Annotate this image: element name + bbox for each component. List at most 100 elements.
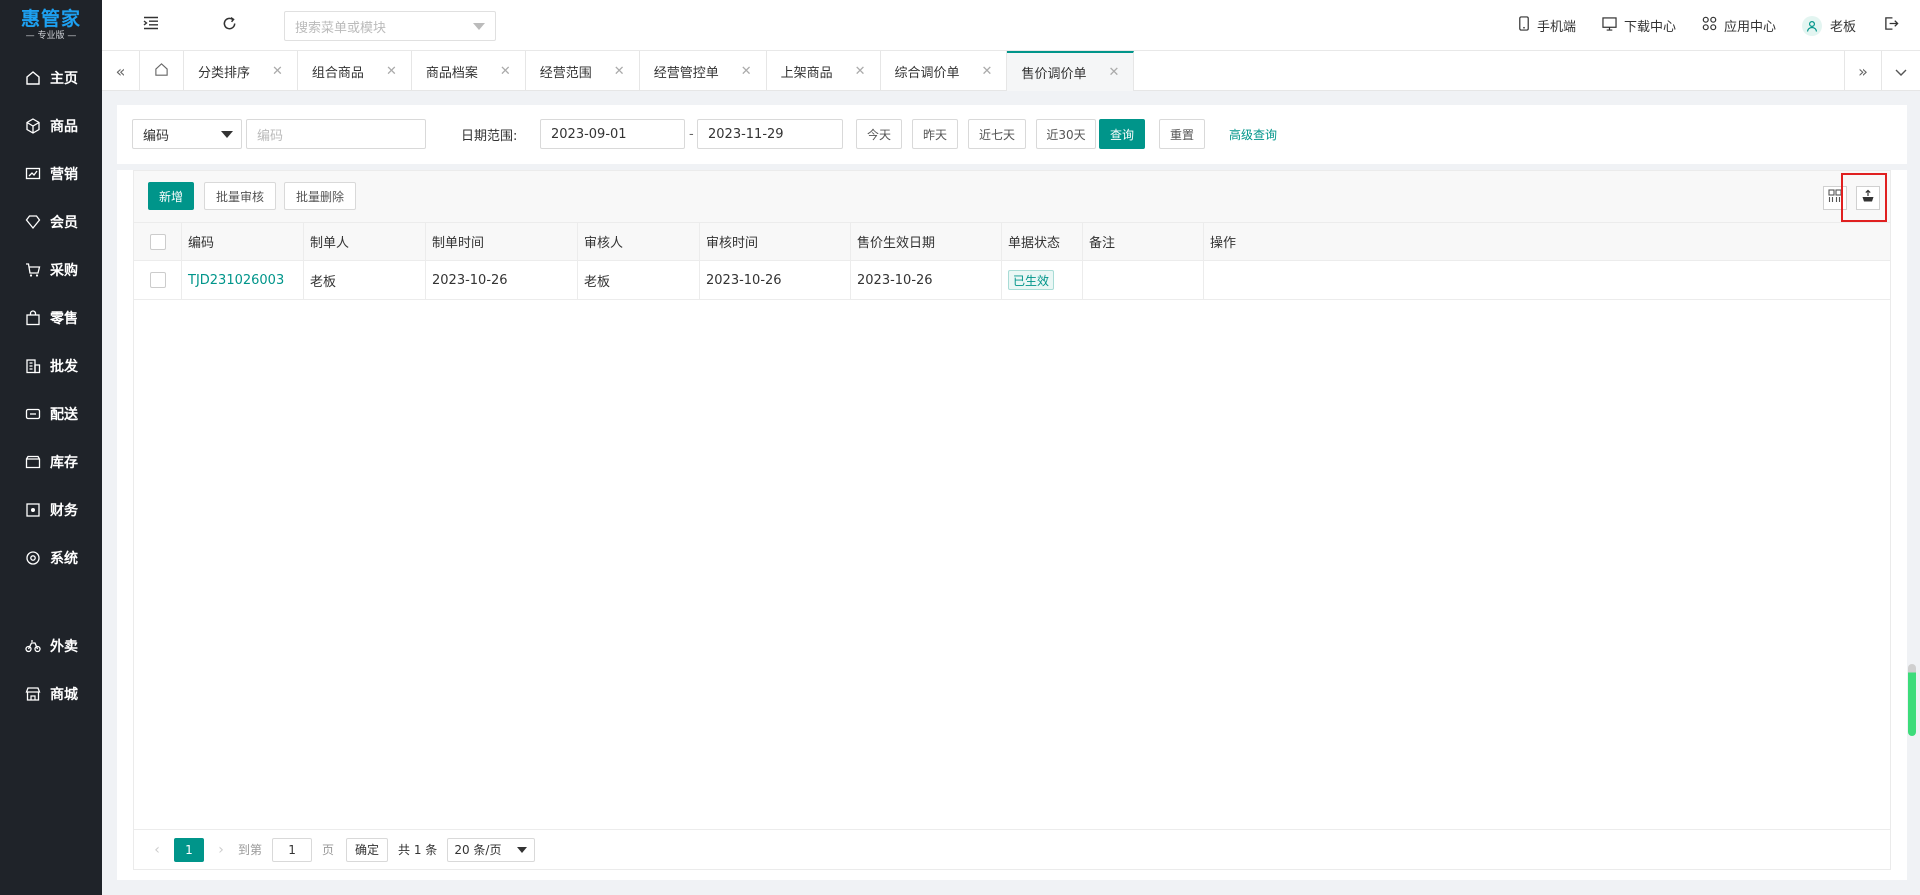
field-select[interactable]: 编码 (132, 119, 242, 149)
today-button[interactable]: 今天 (856, 119, 902, 149)
add-button[interactable]: 新增 (148, 182, 194, 210)
date-from-value: 2023-09-01 (551, 126, 627, 142)
column-header-reviewer[interactable]: 审核人 (578, 223, 700, 260)
box-icon (24, 453, 42, 471)
app-center-link[interactable]: 应用中心 (1702, 16, 1776, 35)
table-toolbar: 新增 批量审核 批量删除 (134, 171, 1890, 223)
floating-scroll-indicator[interactable] (1908, 664, 1916, 736)
close-icon[interactable]: ✕ (982, 64, 993, 79)
pagination: ‹ 1 › 到第 1 页 确定 共 1 条 20 条/页 (134, 829, 1890, 869)
code-input[interactable]: 编码 (246, 119, 426, 149)
last-7-days-button[interactable]: 近七天 (968, 119, 1026, 149)
date-to-input[interactable]: 2023-11-29 (697, 119, 843, 149)
tabs-menu-button[interactable] (1882, 51, 1920, 91)
logout-button[interactable] (1884, 16, 1906, 35)
cell-review-time: 2023-10-26 (700, 261, 851, 299)
diamond-icon (24, 213, 42, 231)
search-button[interactable]: 查询 (1099, 119, 1145, 149)
yesterday-button[interactable]: 昨天 (912, 119, 958, 149)
sidebar-item-system[interactable]: 系统 (0, 534, 102, 582)
column-header-created-time[interactable]: 制单时间 (426, 223, 578, 260)
sidebar-item-products[interactable]: 商品 (0, 102, 102, 150)
close-icon[interactable]: ✕ (1108, 65, 1119, 80)
building-icon (24, 357, 42, 375)
column-header-status[interactable]: 单据状态 (1002, 223, 1083, 260)
sidebar-item-mall[interactable]: 商城 (0, 670, 102, 718)
chart-icon (24, 165, 42, 183)
select-all-checkbox[interactable] (149, 233, 166, 250)
cell-effective-date: 2023-10-26 (851, 261, 1002, 299)
sidebar-item-marketing[interactable]: 营销 (0, 150, 102, 198)
page-number-button[interactable]: 1 (174, 837, 204, 862)
column-header-effective-date[interactable]: 售价生效日期 (851, 223, 1002, 260)
app-logo[interactable]: 惠管家 — 专业版 — (0, 0, 102, 50)
tab-label: 经营管控单 (653, 65, 719, 81)
sidebar-item-purchase[interactable]: 采购 (0, 246, 102, 294)
tab-home[interactable] (140, 51, 184, 91)
advanced-search-link[interactable]: 高级查询 (1229, 119, 1277, 149)
date-from-input[interactable]: 2023-09-01 (540, 119, 685, 149)
tab-label: 组合商品 (311, 65, 364, 81)
code-link[interactable]: TJD231026003 (188, 273, 284, 288)
prev-page-button[interactable]: ‹ (148, 842, 166, 858)
refresh-button[interactable] (218, 14, 240, 36)
close-icon[interactable]: ✕ (614, 64, 625, 79)
goto-confirm-button[interactable]: 确定 (346, 837, 389, 862)
download-center-link[interactable]: 下载中心 (1602, 16, 1676, 35)
page-size-select[interactable]: 20 条/页 (447, 837, 536, 862)
user-menu[interactable]: 老板 (1801, 15, 1856, 36)
sidebar-item-home[interactable]: 主页 (0, 54, 102, 102)
sidebar-item-members[interactable]: 会员 (0, 198, 102, 246)
tab-listed-products[interactable]: 上架商品 ✕ (767, 51, 881, 91)
tab-business-scope[interactable]: 经营范围 ✕ (526, 51, 640, 91)
close-icon[interactable]: ✕ (500, 64, 511, 79)
close-icon[interactable]: ✕ (272, 64, 283, 79)
column-header-code[interactable]: 编码 (182, 223, 304, 260)
goto-page-input[interactable]: 1 (272, 837, 313, 862)
tab-business-control[interactable]: 经营管控单 ✕ (640, 51, 767, 91)
next-page-button[interactable]: › (212, 842, 230, 858)
tab-product-archive[interactable]: 商品档案 ✕ (412, 51, 526, 91)
sidebar-item-label: 会员 (50, 215, 78, 231)
close-icon[interactable]: ✕ (855, 64, 866, 79)
last-30-days-button[interactable]: 近30天 (1036, 119, 1096, 149)
row-checkbox[interactable] (149, 272, 166, 288)
table-row[interactable]: TJD231026003 老板 2023-10-26 老板 2023-10-26… (134, 261, 1890, 300)
sidebar-item-finance[interactable]: 财务 (0, 486, 102, 534)
sidebar-item-inventory[interactable]: 库存 (0, 438, 102, 486)
close-icon[interactable]: ✕ (386, 64, 397, 79)
close-icon[interactable]: ✕ (741, 64, 752, 79)
column-header-creator[interactable]: 制单人 (304, 223, 426, 260)
tab-label: 分类排序 (198, 65, 251, 81)
batch-review-button[interactable]: 批量审核 (204, 182, 276, 210)
column-header-review-time[interactable]: 审核时间 (700, 223, 851, 260)
sidebar-item-retail[interactable]: 零售 (0, 294, 102, 342)
mobile-link[interactable]: 手机端 (1518, 16, 1576, 35)
tab-combo-products[interactable]: 组合商品 ✕ (298, 51, 412, 91)
logout-icon (1884, 16, 1906, 35)
cell-creator: 老板 (304, 261, 426, 299)
sidebar-item-label: 配送 (50, 407, 78, 423)
column-header-remark[interactable]: 备注 (1083, 223, 1204, 260)
truck-icon (24, 405, 42, 423)
tabs-scroll-right-button[interactable]: » (1844, 51, 1882, 91)
logo-title: 惠管家 (20, 8, 81, 30)
tab-label: 综合调价单 (894, 65, 960, 81)
top-header: 搜索菜单或模块 手机端 下载中心 应用中心 老板 (102, 0, 1920, 51)
tab-category-sort[interactable]: 分类排序 ✕ (184, 51, 298, 91)
reset-button[interactable]: 重置 (1159, 119, 1205, 149)
batch-delete-button[interactable]: 批量删除 (284, 182, 356, 210)
sidebar-divider (0, 582, 102, 622)
mobile-label: 手机端 (1536, 20, 1576, 35)
menu-search-input[interactable]: 搜索菜单或模块 (284, 11, 496, 41)
sidebar-item-delivery[interactable]: 配送 (0, 390, 102, 438)
sidebar-item-label: 采购 (50, 263, 78, 279)
sidebar-item-wholesale[interactable]: 批发 (0, 342, 102, 390)
menu-collapse-button[interactable] (140, 14, 162, 36)
tab-sale-price-adjust[interactable]: 售价调价单 ✕ (1007, 51, 1135, 91)
tabs-scroll-left-button[interactable]: « (102, 51, 140, 91)
sidebar-item-takeout[interactable]: 外卖 (0, 622, 102, 670)
tab-general-price-adjust[interactable]: 综合调价单 ✕ (881, 51, 1008, 91)
user-icon (1801, 15, 1822, 36)
sidebar-item-label: 商城 (50, 687, 78, 703)
